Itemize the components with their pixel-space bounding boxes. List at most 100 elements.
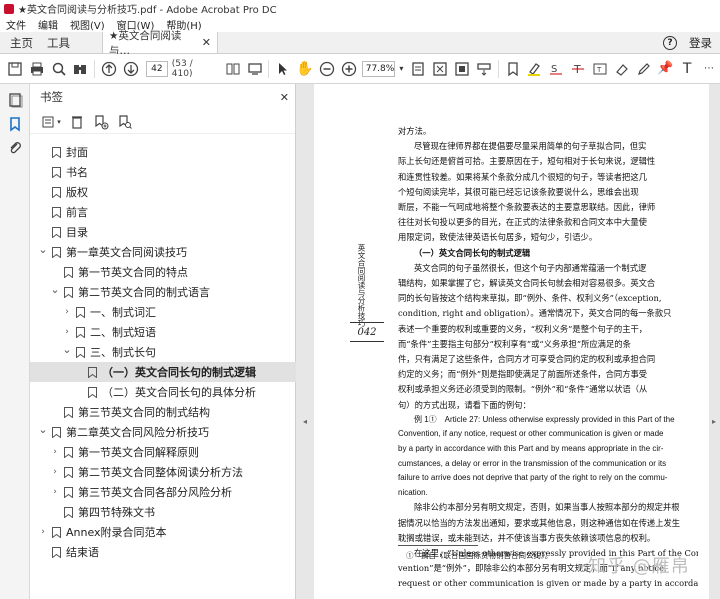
tab-home[interactable]: 主页	[0, 32, 43, 53]
fit-page-icon[interactable]	[409, 60, 427, 78]
bookmark-label: 第二章英文合同风险分析技巧	[66, 426, 209, 439]
bookmark-item[interactable]: › 第二节英文合同整体阅读分析方法	[30, 462, 296, 482]
zoom-out-icon[interactable]	[318, 60, 336, 78]
options-menu-icon[interactable]: ▾	[40, 113, 62, 131]
tab-bar: 主页 工具 ★英文合同阅读与… ✕ ? 登录	[0, 30, 720, 57]
zoom-level-input[interactable]: 77.8%	[361, 60, 396, 77]
fit-width-icon[interactable]	[431, 60, 449, 78]
chevron-right-icon[interactable]: ›	[50, 467, 60, 477]
bookmark-icon	[64, 506, 73, 518]
delete-bookmark-icon[interactable]	[68, 113, 86, 131]
chevron-down-icon[interactable]: ⌄	[38, 243, 48, 256]
chevron-down-icon[interactable]: ⌄	[62, 343, 72, 356]
display-mode-icon[interactable]	[246, 60, 264, 78]
bookmark-icon	[52, 166, 61, 178]
text-line: 例 1① Article 27: Unless otherwise expres…	[414, 414, 675, 424]
find-icon[interactable]	[71, 60, 89, 78]
bookmark-icon	[52, 226, 61, 238]
chevron-down-icon[interactable]: ⌄	[50, 283, 60, 296]
add-text-icon[interactable]: T	[678, 60, 696, 78]
print-icon[interactable]	[28, 60, 46, 78]
full-screen-icon[interactable]	[453, 60, 471, 78]
search-icon[interactable]	[50, 60, 68, 78]
tab-document-label: ★英文合同阅读与…	[109, 29, 182, 57]
menu-edit[interactable]: 编辑	[38, 17, 58, 32]
panel-title: 书签	[40, 90, 63, 104]
close-panel-icon[interactable]: ✕	[280, 91, 289, 104]
prev-page-icon[interactable]	[100, 60, 118, 78]
hand-tool-icon[interactable]: ✋	[296, 60, 314, 78]
text-line: （一）英文合同长句的制式逻辑	[414, 247, 531, 258]
document-scrollbar[interactable]: ▸	[709, 84, 720, 599]
eraser-icon[interactable]	[613, 60, 631, 78]
next-page-icon[interactable]	[122, 60, 140, 78]
collapse-left-icon[interactable]: ◂	[301, 414, 309, 428]
help-icon[interactable]: ?	[663, 35, 677, 50]
collapse-right-icon[interactable]: ▸	[710, 414, 718, 428]
page-thumbnails-icon[interactable]	[224, 60, 242, 78]
save-icon[interactable]	[6, 60, 24, 78]
bookmark-item[interactable]: ⌄ 第二节英文合同的制式语言	[30, 282, 296, 302]
bookmark-icon	[76, 346, 85, 358]
tab-home-label: 主页	[10, 35, 33, 50]
tab-tools[interactable]: 工具	[43, 32, 80, 53]
bookmark-item[interactable]: ⌄ 第二章英文合同风险分析技巧	[30, 422, 296, 442]
bookmark-item[interactable]: ⌄ 三、制式长句	[30, 342, 296, 362]
find-bookmark-icon[interactable]	[116, 113, 134, 131]
page-thumbnails-panel-icon[interactable]	[7, 92, 23, 108]
underline-icon[interactable]: S	[547, 60, 565, 78]
highlight-icon[interactable]	[525, 60, 543, 78]
zoom-dropdown-icon[interactable]: ▾	[397, 60, 405, 78]
bookmark-item[interactable]: 封面	[30, 142, 296, 162]
menu-view[interactable]: 视图(V)	[70, 17, 105, 32]
bookmark-icon	[76, 306, 85, 318]
chevron-right-icon[interactable]: ›	[38, 527, 48, 537]
bookmark-item[interactable]: › 第三节英文合同各部分风险分析	[30, 482, 296, 502]
close-tab-icon[interactable]: ✕	[202, 36, 211, 49]
menu-file[interactable]: 文件	[6, 17, 26, 32]
bookmarks-panel-icon[interactable]	[7, 116, 23, 132]
text-line: 约定的义务；而“例外”则是指即使满足了前面所述条件，合同方事受	[398, 369, 648, 380]
text-line: 据情况以恰当的方法发出通知，要求或其他信息，则这种通信如在传递上发生	[398, 517, 681, 528]
bookmark-item[interactable]: （一）英文合同长句的制式逻辑	[30, 362, 296, 382]
bookmark-item[interactable]: › 第一节英文合同解释原则	[30, 442, 296, 462]
zoom-in-icon[interactable]	[340, 60, 358, 78]
bookmark-item[interactable]: 结束语	[30, 542, 296, 562]
pin-icon[interactable]: 📌	[656, 60, 674, 78]
page-number-input[interactable]: 42	[145, 60, 168, 77]
bookmark-item[interactable]: 前言	[30, 202, 296, 222]
menu-bar: 文件 编辑 视图(V) 窗口(W) 帮助(H)	[0, 17, 720, 32]
more-tools-icon[interactable]: ⋯	[700, 60, 718, 78]
tab-document[interactable]: ★英文合同阅读与… ✕	[102, 30, 218, 57]
comment-icon[interactable]	[504, 60, 522, 78]
login-link[interactable]: 登录	[689, 35, 712, 51]
text-box-icon[interactable]: T	[591, 60, 609, 78]
strikethrough-icon[interactable]: T	[569, 60, 587, 78]
chevron-right-icon[interactable]: ›	[62, 327, 72, 337]
bookmark-item[interactable]: › Annex附录合同范本	[30, 522, 296, 542]
bookmark-icon	[52, 526, 61, 538]
chevron-down-icon[interactable]: ⌄	[38, 423, 48, 436]
chevron-right-icon[interactable]: ›	[50, 487, 60, 497]
bookmark-item[interactable]: 书名	[30, 162, 296, 182]
bookmark-item[interactable]: › 二、制式短语	[30, 322, 296, 342]
bookmark-item[interactable]: 目录	[30, 222, 296, 242]
text-line: 耽搁或错误，或未能到达，并不使该当事方丧失依赖该项信息的权利。	[398, 532, 656, 543]
bookmark-item[interactable]: 版权	[30, 182, 296, 202]
new-bookmark-icon[interactable]	[92, 113, 110, 131]
chevron-right-icon[interactable]: ›	[62, 307, 72, 317]
pencil-icon[interactable]	[635, 60, 653, 78]
chevron-right-icon[interactable]: ›	[50, 447, 60, 457]
text-line: condition, right and obligation）。通常情况下，英…	[398, 308, 672, 319]
keyboard-icon[interactable]	[475, 60, 493, 78]
bookmark-item[interactable]: 第四节特殊文书	[30, 502, 296, 522]
text-line: 和连贯性较差。如果将某个条款分成几个很短的句子，等读者把这几	[398, 171, 647, 182]
attachments-panel-icon[interactable]	[7, 140, 23, 156]
bookmark-item[interactable]: › 一、制式词汇	[30, 302, 296, 322]
select-cursor-icon[interactable]	[274, 60, 292, 78]
bookmark-item[interactable]: （二）英文合同长句的具体分析	[30, 382, 296, 402]
bookmark-item[interactable]: 第一节英文合同的特点	[30, 262, 296, 282]
bookmark-item[interactable]: ⌄ 第一章英文合同阅读技巧	[30, 242, 296, 262]
bookmark-icon	[52, 546, 61, 558]
bookmark-item[interactable]: 第三节英文合同的制式结构	[30, 402, 296, 422]
